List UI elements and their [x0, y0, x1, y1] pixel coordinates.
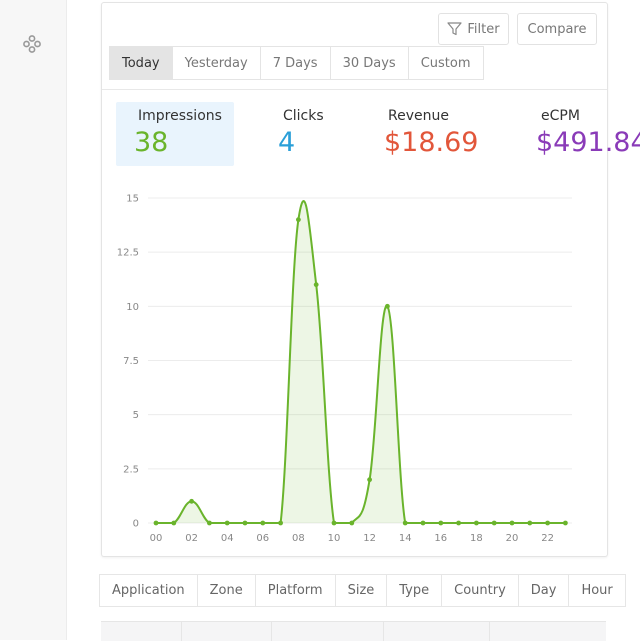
x-tick-label: 12 [363, 533, 376, 544]
dim-tab-country[interactable]: Country [441, 574, 519, 607]
data-point [153, 520, 159, 526]
data-point [260, 520, 266, 526]
dim-tab-size[interactable]: Size [334, 574, 388, 607]
data-point [278, 520, 283, 526]
data-point [527, 520, 533, 526]
data-point [296, 217, 301, 223]
data-point [367, 477, 372, 483]
data-point [509, 520, 515, 526]
data-point [456, 520, 461, 526]
data-point [313, 282, 319, 288]
data-point [545, 520, 550, 526]
y-tick-label: 0 [133, 519, 139, 530]
dimension-tabs: Application Zone Platform Size Type Coun… [99, 574, 626, 607]
dim-tab-application[interactable]: Application [99, 574, 198, 607]
data-point [189, 498, 195, 504]
x-tick-label: 04 [221, 533, 234, 544]
data-point [420, 520, 426, 526]
y-tick-label: 2.5 [123, 464, 139, 475]
x-tick-label: 16 [434, 533, 447, 544]
dim-tab-day[interactable]: Day [517, 574, 570, 607]
x-tick-label: 20 [506, 533, 519, 544]
data-point [385, 303, 390, 309]
y-tick-label: 15 [126, 194, 139, 205]
data-point [563, 520, 568, 526]
y-tick-label: 5 [133, 410, 139, 421]
data-point [224, 520, 230, 526]
data-point [491, 520, 497, 526]
data-point [171, 520, 177, 526]
y-tick-label: 7.5 [123, 356, 139, 367]
x-tick-label: 06 [256, 533, 269, 544]
x-tick-label: 22 [541, 533, 554, 544]
table-header [101, 621, 606, 641]
data-point [242, 520, 248, 526]
x-tick-label: 00 [150, 533, 163, 544]
x-tick-label: 10 [328, 533, 341, 544]
dim-tab-hour[interactable]: Hour [568, 574, 626, 607]
dim-tab-type[interactable]: Type [386, 574, 443, 607]
impressions-chart: 0 2.5 5 7.5 10 12.5 15 00 02 04 06 08 10 12 14 16 18 20 2… [117, 194, 572, 544]
data-point [402, 520, 408, 526]
x-tick-label: 18 [470, 533, 483, 544]
x-tick-label: 08 [292, 533, 305, 544]
data-point [474, 520, 479, 526]
data-point [438, 520, 444, 526]
dim-tab-platform[interactable]: Platform [254, 574, 336, 607]
series-area [156, 201, 566, 523]
x-tick-label: 14 [399, 533, 412, 544]
x-tick-label: 02 [185, 533, 198, 544]
data-point [349, 520, 355, 526]
data-point [207, 520, 212, 526]
data-point [331, 520, 337, 526]
y-tick-label: 10 [126, 302, 139, 313]
dim-tab-zone[interactable]: Zone [196, 574, 256, 607]
series-line [155, 200, 566, 525]
y-tick-label: 12.5 [117, 248, 139, 259]
